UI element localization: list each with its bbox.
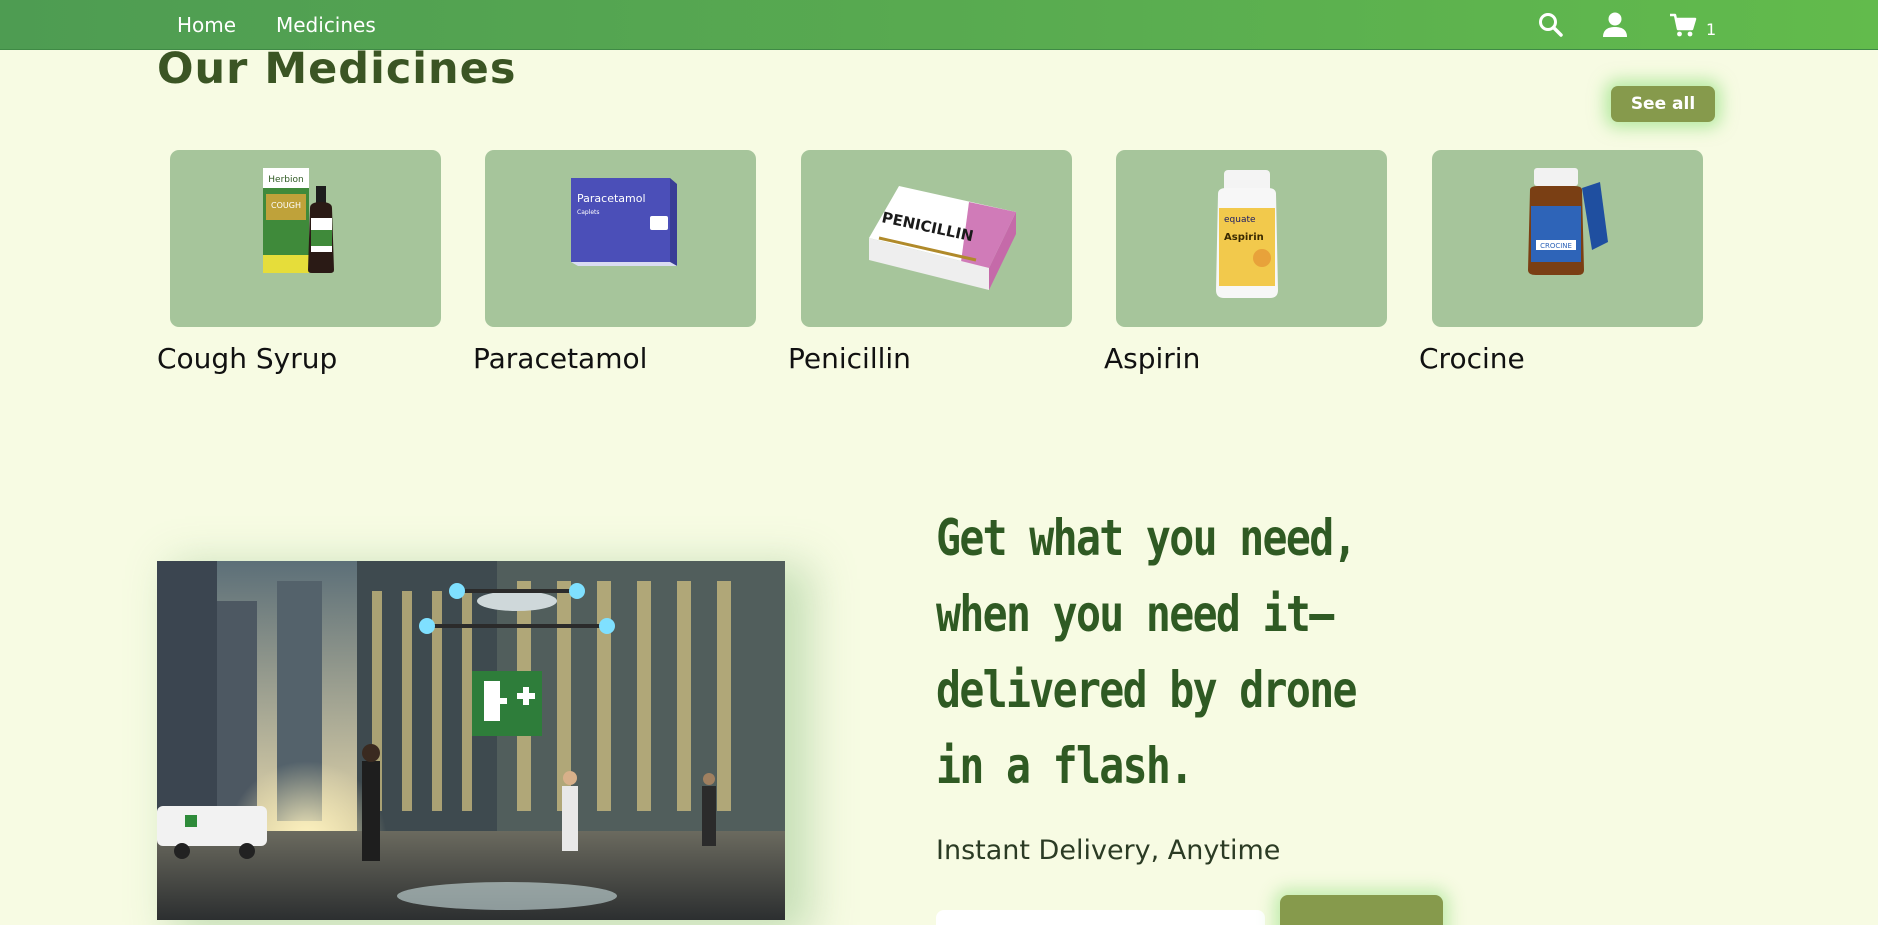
- product-image-card[interactable]: PENICILLIN: [801, 150, 1072, 327]
- product-name[interactable]: Crocine: [1419, 342, 1525, 375]
- crocine-image: CROCINE: [1528, 168, 1608, 275]
- hero-heading: Get what you need, when you need it—deli…: [936, 509, 1358, 795]
- penicillin-image: PENICILLIN: [869, 186, 1016, 290]
- search-icon[interactable]: [1536, 10, 1566, 40]
- svg-text:Paracetamol: Paracetamol: [577, 192, 646, 205]
- svg-text:CROCINE: CROCINE: [1540, 242, 1572, 250]
- aspirin-image: equate Aspirin: [1216, 170, 1278, 298]
- product-name[interactable]: Penicillin: [788, 342, 911, 375]
- see-all-button[interactable]: See all: [1611, 86, 1715, 122]
- nav-medicines-link[interactable]: Medicines: [276, 13, 376, 37]
- product-image-card[interactable]: Herbion COUGH: [170, 150, 441, 327]
- email-input[interactable]: [936, 910, 1265, 925]
- product-name[interactable]: Cough Syrup: [157, 342, 337, 375]
- product-image-card[interactable]: Paracetamol Caplets: [485, 150, 756, 327]
- svg-text:Aspirin: Aspirin: [1224, 232, 1264, 243]
- svg-text:equate: equate: [1224, 215, 1256, 225]
- paracetamol-image: Paracetamol Caplets: [571, 178, 677, 266]
- svg-text:COUGH: COUGH: [271, 201, 301, 210]
- product-name[interactable]: Aspirin: [1104, 342, 1200, 375]
- drone-delivery-image: [157, 561, 785, 920]
- hero-subheading: Instant Delivery, Anytime: [936, 835, 1281, 866]
- nav-home-link[interactable]: Home: [177, 13, 236, 37]
- product-image-card[interactable]: equate Aspirin: [1116, 150, 1387, 327]
- svg-text:Caplets: Caplets: [577, 209, 600, 216]
- cart-icon[interactable]: [1668, 10, 1698, 40]
- cart-count-badge: 1: [1706, 20, 1717, 39]
- hero-illustration: [157, 561, 785, 920]
- cough-syrup-image: Herbion COUGH: [263, 168, 334, 273]
- section-title: Our Medicines: [157, 44, 517, 94]
- top-navbar: Home Medicines 1: [0, 0, 1878, 50]
- submit-button[interactable]: [1280, 895, 1443, 925]
- product-image-card[interactable]: CROCINE: [1432, 150, 1703, 327]
- page: Home Medicines 1 Our Medicines See all H…: [0, 0, 1878, 925]
- svg-text:Herbion: Herbion: [268, 175, 303, 185]
- product-name[interactable]: Paracetamol: [473, 342, 647, 375]
- user-icon[interactable]: [1600, 10, 1630, 40]
